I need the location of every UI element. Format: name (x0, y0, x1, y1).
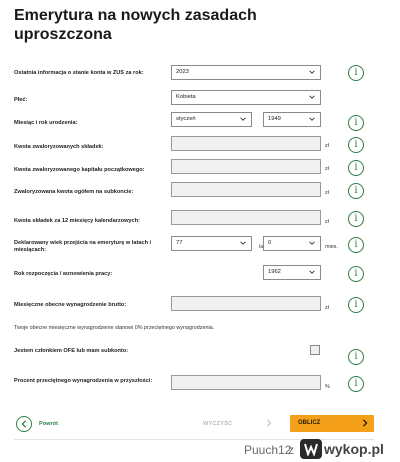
contributions-unit: zł (325, 143, 329, 149)
watermark: Puuch12 z wykop.pl (244, 437, 400, 462)
watermark-user: Puuch12 (244, 443, 292, 457)
birth-label: Miesiąc i rok urodzenia: (14, 120, 78, 126)
chevron-left-icon (21, 420, 27, 428)
info-icon[interactable]: i (348, 137, 364, 153)
birth-year-value: 1949 (268, 116, 281, 122)
future-percent-label: Procent przeciętnego wynagrodzenia w prz… (14, 378, 153, 384)
chevron-down-icon (309, 269, 315, 275)
initial-capital-unit: zł (325, 166, 329, 172)
info-icon[interactable]: i (348, 65, 364, 81)
calculate-label: OBLICZ (298, 420, 321, 426)
info-icon[interactable]: i (348, 237, 364, 253)
info-icon[interactable]: i (348, 376, 364, 392)
contributions-input[interactable] (171, 136, 321, 151)
birth-month-select[interactable]: styczeń (171, 112, 252, 127)
last-12-months-unit: zł (325, 219, 329, 225)
future-percent-unit: % (325, 384, 330, 390)
chevron-down-icon (240, 116, 246, 122)
start-year-select[interactable]: 1962 (263, 265, 321, 280)
retirement-years-value: 77 (176, 240, 183, 246)
watermark-connector: z (288, 443, 294, 457)
future-percent-input[interactable] (171, 375, 321, 390)
ofe-checkbox[interactable] (310, 345, 320, 355)
chevron-down-icon (309, 240, 315, 246)
last-12-months-input[interactable] (171, 210, 321, 225)
chevron-right-icon (267, 419, 272, 427)
contributions-label: Kwota zwaloryzowanych składek: (14, 144, 104, 150)
sex-select[interactable]: Kobieta (171, 90, 321, 105)
birth-month-value: styczeń (176, 116, 196, 122)
subaccount-label: Zwaloryzowana kwota ogółem na subkoncie: (14, 189, 134, 195)
chevron-right-icon (362, 419, 368, 427)
info-icon[interactable]: i (348, 349, 364, 365)
subaccount-input[interactable] (171, 182, 321, 197)
retirement-age-label: Deklarowany wiek przejścia na emeryturę … (14, 240, 152, 253)
info-icon[interactable]: i (348, 115, 364, 131)
calculate-button[interactable]: OBLICZ (290, 415, 374, 432)
chevron-down-icon (240, 240, 246, 246)
wykop-logo-icon (300, 439, 322, 459)
sex-value: Kobieta (176, 94, 196, 100)
gross-salary-unit: zł (325, 305, 329, 311)
chevron-down-icon (309, 94, 315, 100)
back-button[interactable] (16, 416, 32, 432)
subaccount-unit: zł (325, 190, 329, 196)
chevron-down-icon (309, 116, 315, 122)
info-icon[interactable]: i (348, 183, 364, 199)
retirement-months-unit: mies. (325, 244, 338, 250)
clear-button[interactable]: WYCZYŚĆ (203, 421, 232, 427)
zus-year-select[interactable]: 2023 (171, 65, 321, 80)
retirement-years-select[interactable]: 77 (171, 236, 252, 251)
last-12-months-label: Kwota składek za 12 miesięcy kalendarzow… (14, 218, 140, 224)
chevron-down-icon (309, 69, 315, 75)
page-title: Emerytura na nowych zasadach uproszczona (14, 7, 257, 43)
initial-capital-input[interactable] (171, 159, 321, 174)
retirement-months-value: 0 (268, 240, 272, 246)
birth-year-select[interactable]: 1949 (263, 112, 321, 127)
info-icon[interactable]: i (348, 211, 364, 227)
start-year-label: Rok rozpoczęcia / wznowienia pracy: (14, 271, 113, 277)
start-year-value: 1962 (268, 269, 281, 275)
initial-capital-label: Kwota zwaloryzowanego kapitału początkow… (14, 167, 145, 173)
gross-salary-label: Miesięczne obecne wynagrodzenie brutto: (14, 302, 127, 308)
zus-year-value: 2023 (176, 69, 189, 75)
ofe-label: Jestem członkiem OFE lub mam subkonto: (14, 348, 129, 354)
zus-year-label: Ostatnia informacja o stanie konta w ZUS… (14, 70, 144, 76)
info-icon[interactable]: i (348, 160, 364, 176)
retirement-months-select[interactable]: 0 (263, 236, 321, 251)
watermark-site: wykop.pl (324, 441, 384, 457)
back-link[interactable]: Powrót (39, 421, 58, 427)
info-icon[interactable]: i (348, 297, 364, 313)
info-icon[interactable]: i (348, 266, 364, 282)
gross-salary-input[interactable] (171, 296, 321, 311)
salary-note: Twoje obecne miesięczne wynagrodzenie st… (14, 325, 215, 331)
sex-label: Płeć: (14, 97, 28, 103)
